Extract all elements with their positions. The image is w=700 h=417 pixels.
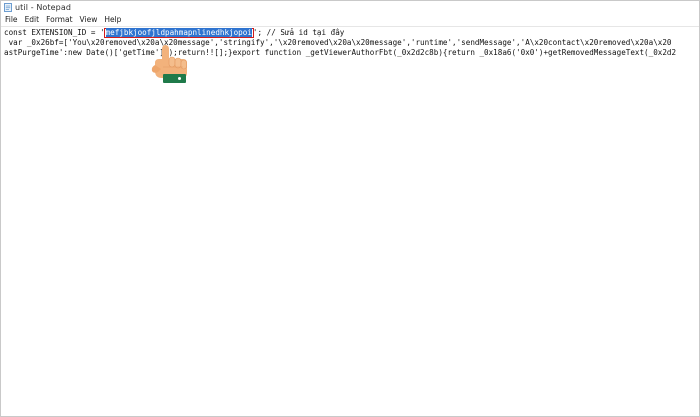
window-title: util - Notepad <box>15 3 72 12</box>
menu-edit[interactable]: Edit <box>21 14 43 26</box>
cuff-dot <box>178 77 181 80</box>
editor-line-1: const EXTENSION_ID = 'mefjbkjoofjldpahma… <box>4 28 344 38</box>
notepad-icon <box>4 3 12 12</box>
line1-prefix: const EXTENSION_ID = ' <box>4 28 105 37</box>
menu-file[interactable]: File <box>1 14 21 26</box>
menu-view[interactable]: View <box>76 14 101 26</box>
title-bar: util - Notepad <box>1 1 699 14</box>
line1-suffix: '; // Sửa id tại đây <box>252 28 345 37</box>
cuff-badge <box>163 74 186 83</box>
extension-id-selection[interactable]: mefjbkjoofjldpahmapnlinedhkjopoi <box>105 28 252 37</box>
menu-help[interactable]: Help <box>101 14 125 26</box>
menu-bar: File Edit Format View Help <box>1 14 699 26</box>
editor-line-3: astPurgeTime':new Date()['getTime']();re… <box>4 48 677 57</box>
extension-id-highlight-box: mefjbkjoofjldpahmapnlinedhkjopoi <box>103 28 254 38</box>
menu-format[interactable]: Format <box>43 14 76 26</box>
notepad-window: util - Notepad File Edit Format View Hel… <box>0 0 700 417</box>
text-editor-area[interactable]: const EXTENSION_ID = 'mefjbkjoofjldpahma… <box>1 26 699 416</box>
editor-line-2: var _0x26bf=['You\x20removed\x20a\x20mes… <box>4 38 672 47</box>
